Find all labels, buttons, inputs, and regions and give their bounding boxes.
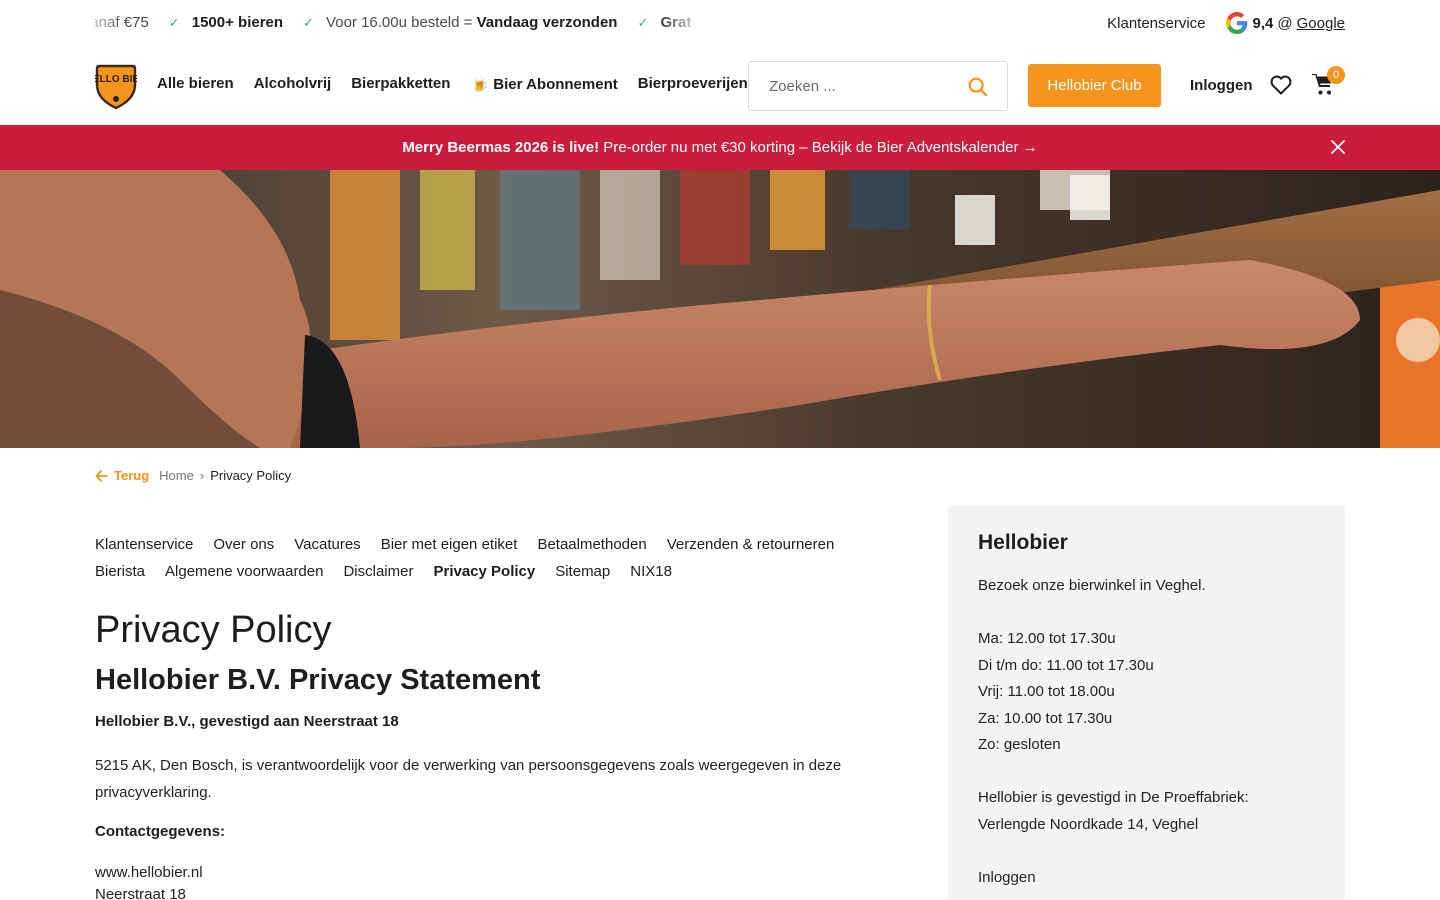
- promo-link[interactable]: Merry Beermas 2026 is live! Pre-order nu…: [0, 139, 1440, 156]
- promo-text: Pre-order nu met €30 korting – Bekijk de…: [599, 139, 1038, 156]
- opening-hours-line: Za: 10.00 tot 17.30u: [978, 709, 1113, 727]
- promo-banner: Merry Beermas 2026 is live! Pre-order nu…: [0, 125, 1440, 170]
- hero-photo: [0, 170, 1440, 448]
- usp-item: ig vanaf €75: [95, 14, 149, 31]
- usp-bar: ig vanaf €75 ✓ 1500+ bieren ✓ Voor 16.00…: [0, 0, 1440, 46]
- rating-value: 9,4: [1252, 14, 1274, 32]
- opening-hours-line: Vrij: 11.00 tot 18.00u: [978, 683, 1115, 700]
- opening-hours-line: Di t/m do: 11.00 tot 17.30u: [978, 656, 1154, 674]
- search-box: [748, 61, 1008, 111]
- subnav-vacatures[interactable]: Vacatures: [294, 531, 360, 558]
- usp-text: Grat: [660, 14, 692, 31]
- rating-at: @: [1277, 14, 1293, 32]
- customer-service-link[interactable]: Klantenservice: [1107, 15, 1205, 32]
- rating-source-link[interactable]: Google: [1297, 15, 1345, 32]
- usp-item: ✓ Voor 16.00u besteld = Vandaag verzonde…: [303, 14, 617, 31]
- search-input[interactable]: [749, 62, 959, 110]
- subnav-verzenden-retourneren[interactable]: Verzenden & retourneren: [667, 531, 835, 558]
- subnav-over-ons[interactable]: Over ons: [213, 531, 274, 558]
- usp-item: ✓ 1500+ bieren: [169, 14, 283, 31]
- subnav-privacy-policy[interactable]: Privacy Policy: [433, 558, 535, 585]
- check-icon: ✓: [637, 15, 649, 30]
- page-subtitle: Hellobier B.V. Privacy Statement: [95, 664, 541, 696]
- back-link[interactable]: Terug: [95, 468, 149, 483]
- breadcrumb: Terug Home › Privacy Policy: [95, 468, 291, 483]
- nav-item-alle-bieren[interactable]: Alle bieren: [157, 75, 234, 93]
- top-right-links: Klantenservice 9,4 @ Google: [1107, 12, 1345, 34]
- subnav-bierista[interactable]: Bierista: [95, 558, 145, 585]
- nav-item-bier-abonnement[interactable]: 🍺 Bier Abonnement: [470, 75, 617, 93]
- subnav-nix18[interactable]: NIX18: [630, 558, 672, 585]
- chevron-right-icon: ›: [199, 468, 205, 483]
- hero-image: [0, 170, 1440, 448]
- company-line: Hellobier B.V., gevestigd aan Neerstraat…: [95, 713, 399, 730]
- close-icon[interactable]: [1330, 139, 1346, 155]
- sidebar-visit-text: Bezoek onze bierwinkel in Veghel.: [978, 577, 1206, 594]
- google-icon: [1225, 12, 1247, 34]
- subnav-algemene-voorwaarden[interactable]: Algemene voorwaarden: [165, 558, 323, 585]
- subnav-sitemap[interactable]: Sitemap: [555, 558, 610, 585]
- contact-line: www.hellobier.nl: [95, 864, 203, 881]
- subnav-klantenservice[interactable]: Klantenservice: [95, 531, 193, 558]
- nav-item-bierproeverijen[interactable]: Bierproeverijen: [638, 75, 748, 93]
- opening-hours-line: Zo: gesloten: [978, 736, 1061, 753]
- contact-line: Neerstraat 18: [95, 886, 186, 900]
- location-line: Verlengde Noordkade 14, Veghel: [978, 815, 1199, 833]
- usp-text: 1500+ bieren: [191, 14, 284, 31]
- logo-text: HELLO BIER: [95, 74, 137, 85]
- page-title: Privacy Policy: [95, 609, 332, 651]
- hellobier-club-button[interactable]: Hellobier Club: [1028, 64, 1161, 107]
- main-content: Privacy Policy Hellobier B.V. Privacy St…: [95, 606, 915, 900]
- usp-item: ✓ Grat: [637, 14, 691, 31]
- subnav-disclaimer[interactable]: Disclaimer: [343, 558, 413, 585]
- info-subnav: Klantenservice Over ons Vacatures Bier m…: [95, 531, 915, 585]
- check-icon: ✓: [303, 15, 314, 30]
- location-line: Hellobier is gevestigd in De Proeffabrie…: [978, 789, 1249, 806]
- usp-text-bold: Vandaag verzonden: [476, 14, 618, 31]
- subnav-bier-met-eigen-etiket[interactable]: Bier met eigen etiket: [381, 531, 518, 558]
- check-icon: ✓: [168, 15, 180, 30]
- usp-ticker: ig vanaf €75 ✓ 1500+ bieren ✓ Voor 16.00…: [95, 0, 705, 46]
- usp-text: ig vanaf €75: [95, 14, 149, 31]
- nav-item-bierpakketten[interactable]: Bierpakketten: [351, 75, 450, 93]
- nav-item-alcoholvrij[interactable]: Alcoholvrij: [254, 75, 332, 93]
- cart-count-badge: 0: [1327, 66, 1345, 84]
- sidebar-title: Hellobier: [978, 531, 1068, 554]
- breadcrumb-current: Privacy Policy: [210, 468, 292, 483]
- main-nav: Alle bieren Alcoholvrij Bierpakketten 🍺 …: [157, 75, 768, 93]
- subnav-betaalmethoden[interactable]: Betaalmethoden: [537, 531, 646, 558]
- back-label: Terug: [114, 468, 150, 483]
- contact-heading: Contactgegevens:: [95, 823, 226, 840]
- contact-details: www.hellobier.nl Neerstraat 18: [95, 862, 915, 900]
- breadcrumb-home[interactable]: Home: [159, 468, 194, 483]
- arrow-left-icon: [95, 469, 108, 482]
- opening-hours-line: Ma: 12.00 tot 17.30u: [978, 630, 1116, 647]
- site-header: HELLO BIER Alle bieren Alcoholvrij Bierp…: [0, 46, 1440, 125]
- usp-text: Voor 16.00u besteld =: [326, 14, 477, 31]
- intro-paragraph: 5215 AK, Den Bosch, is verantwoordelijk …: [95, 757, 842, 801]
- heart-icon[interactable]: [1269, 73, 1293, 97]
- promo-bold: Merry Beermas 2026 is live!: [402, 139, 600, 156]
- sidebar-login-link[interactable]: Inloggen: [978, 865, 1315, 892]
- hellobier-logo[interactable]: HELLO BIER: [95, 63, 137, 109]
- store-info-sidebar: Hellobier Bezoek onze bierwinkel in Vegh…: [948, 505, 1345, 900]
- login-link[interactable]: Inloggen: [1190, 77, 1253, 94]
- search-icon[interactable]: [967, 76, 989, 98]
